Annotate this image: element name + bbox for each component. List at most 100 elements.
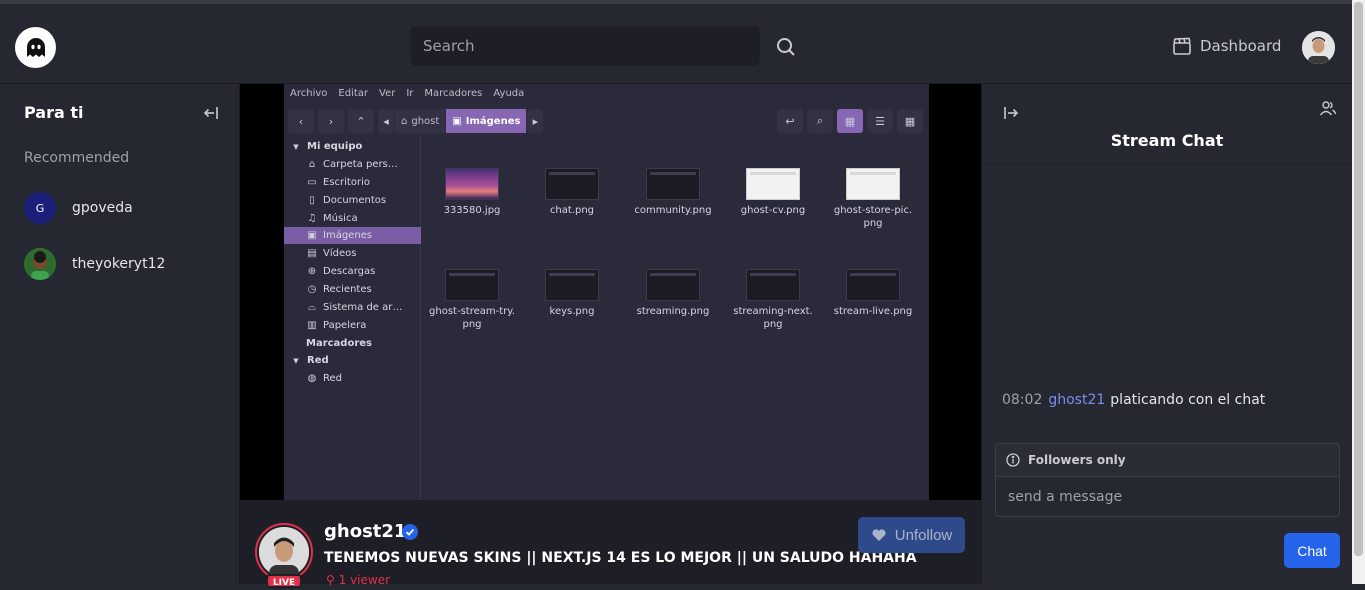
place-label: Documentos: [323, 195, 387, 206]
stream-title: TENEMOS NUEVAS SKINS || NEXT.JS 14 ES LO…: [324, 550, 917, 566]
file-manager-places: ▼ Mi equipo ⌂ Carpeta pers… ▭ Escritorio ▯ D…: [284, 136, 421, 500]
file-thumbnail: [846, 269, 900, 301]
section-label: Red: [307, 355, 329, 366]
globe-icon: ◍: [307, 373, 317, 384]
file-manager-toolbar: ‹ › ⌃ ◂ ⌂ ghost ▣ Imágenes ▸ ↩ ⌕ ▦ ☰ ▦: [284, 106, 929, 136]
place-label: Vídeos: [323, 248, 357, 259]
ghost-logo-icon[interactable]: [15, 27, 56, 68]
file-thumbnail: [746, 168, 800, 200]
streamer-name: ghost21: [324, 521, 407, 542]
image-icon: ▣: [307, 230, 317, 241]
clock-icon: ◷: [307, 284, 317, 295]
expand-chat-icon[interactable]: [1002, 104, 1020, 122]
place-label: Carpeta pers…: [323, 159, 398, 170]
toggle-location-icon: ↩: [777, 109, 803, 133]
place-item: ♫ Música: [284, 210, 421, 227]
sidebar: Para ti Recommended G gpoveda theyokeryt…: [0, 84, 240, 584]
sidebar-channel-theyokeryt12[interactable]: theyokeryt12: [24, 247, 165, 281]
followers-only-notice: Followers only: [995, 443, 1340, 476]
users-icon[interactable]: [1319, 99, 1337, 117]
breadcrumb-label: Imágenes: [465, 115, 521, 127]
place-label: Descargas: [323, 266, 376, 277]
followers-only-label: Followers only: [1028, 453, 1126, 467]
menu-ver: Ver: [379, 88, 396, 99]
menu-marcadores: Marcadores: [424, 88, 483, 99]
place-label: Escritorio: [323, 177, 370, 188]
file-name: ghost-store-pic. png: [833, 205, 913, 229]
place-item: ◷ Recientes: [284, 281, 421, 298]
search-input[interactable]: [410, 26, 760, 66]
places-section-marcadores: Marcadores: [284, 335, 421, 352]
file-item: ghost-store-pic. png: [823, 168, 923, 230]
file-name: stream-live.png: [833, 306, 913, 317]
breadcrumb-left-icon: ◂: [378, 109, 394, 133]
places-section-red: ▼ Red: [293, 355, 329, 366]
scrollbar-thumb[interactable]: [1354, 2, 1363, 556]
sidebar-channel-gpoveda[interactable]: G gpoveda: [24, 191, 133, 225]
home-icon: ⌂: [308, 159, 316, 170]
file-name: chat.png: [549, 205, 595, 216]
file-item: 333580.jpg: [422, 168, 522, 217]
place-item: ▥ Papelera: [284, 317, 421, 334]
file-thumbnail: [646, 269, 700, 301]
forward-icon: ›: [318, 109, 344, 133]
video-icon: ▤: [307, 248, 317, 259]
file-item: stream-live.png: [823, 269, 923, 318]
file-name: 333580.jpg: [443, 205, 501, 216]
file-thumbnail: [545, 269, 599, 301]
up-icon: ⌃: [348, 109, 374, 133]
send-chat-button[interactable]: Chat: [1284, 533, 1340, 568]
search-icon[interactable]: [765, 32, 807, 62]
breadcrumb-ghost: ⌂ ghost: [395, 109, 446, 133]
place-item: ⌓ Sistema de ar…: [284, 299, 421, 316]
file-item: ghost-cv.png: [723, 168, 823, 217]
file-thumbnail: [646, 168, 700, 200]
page-scrollbar[interactable]: [1352, 0, 1365, 584]
breadcrumb-imagenes: ▣ Imágenes: [446, 109, 527, 133]
message-text: platicando con el chat: [1110, 392, 1266, 408]
message-user[interactable]: ghost21: [1048, 392, 1105, 408]
file-thumbnail: [846, 168, 900, 200]
video-player[interactable]: Archivo Editar Ver Ir Marcadores Ayuda ‹…: [240, 84, 981, 500]
document-icon: ▯: [309, 195, 315, 206]
verified-icon: [401, 523, 419, 541]
file-item: community.png: [623, 168, 723, 217]
sidebar-title: Para ti: [24, 103, 84, 122]
streamer-avatar[interactable]: [255, 523, 313, 581]
place-label: Recientes: [323, 284, 372, 295]
file-item: chat.png: [522, 168, 622, 217]
top-navbar: Dashboard: [0, 0, 1352, 84]
channel-name: gpoveda: [72, 200, 133, 216]
image-icon: ▣: [452, 115, 462, 127]
menu-ayuda: Ayuda: [493, 88, 525, 99]
desktop-icon: ▭: [307, 177, 317, 188]
places-section-equipo: ▼ Mi equipo: [293, 141, 363, 152]
file-name: keys.png: [549, 306, 595, 317]
download-icon: ⊕: [307, 266, 317, 277]
file-thumbnail: [445, 168, 499, 200]
channel-name: theyokeryt12: [72, 256, 166, 272]
file-item: streaming-next. png: [723, 269, 823, 331]
file-name: streaming.png: [636, 306, 710, 317]
back-icon: ‹: [288, 109, 314, 133]
compact-view-icon: ▦: [897, 109, 923, 133]
menu-ir: Ir: [406, 88, 414, 99]
place-label: Imágenes: [323, 230, 373, 241]
place-item: ⊕ Descargas: [284, 263, 421, 280]
breadcrumb-label: ghost: [411, 115, 440, 127]
chat-message: 08:02 ghost21 platicando con el chat: [1002, 392, 1265, 408]
viewer-count-label: 1 viewer: [338, 573, 391, 587]
chat-message-input[interactable]: [995, 476, 1340, 517]
menu-editar: Editar: [338, 88, 368, 99]
file-name: ghost-stream-try. png: [429, 306, 515, 330]
place-label: Red: [323, 373, 342, 384]
message-time: 08:02: [1002, 392, 1043, 408]
dashboard-label: Dashboard: [1200, 37, 1282, 55]
unfollow-button[interactable]: Unfollow: [858, 517, 965, 553]
chat-title: Stream Chat: [1110, 131, 1224, 150]
collapse-sidebar-icon[interactable]: [202, 104, 220, 122]
viewer-count: ⚲ 1 viewer: [326, 573, 390, 587]
dashboard-button[interactable]: Dashboard: [1172, 33, 1281, 59]
user-avatar[interactable]: [1302, 31, 1335, 64]
user-icon: ⚲: [326, 573, 335, 587]
